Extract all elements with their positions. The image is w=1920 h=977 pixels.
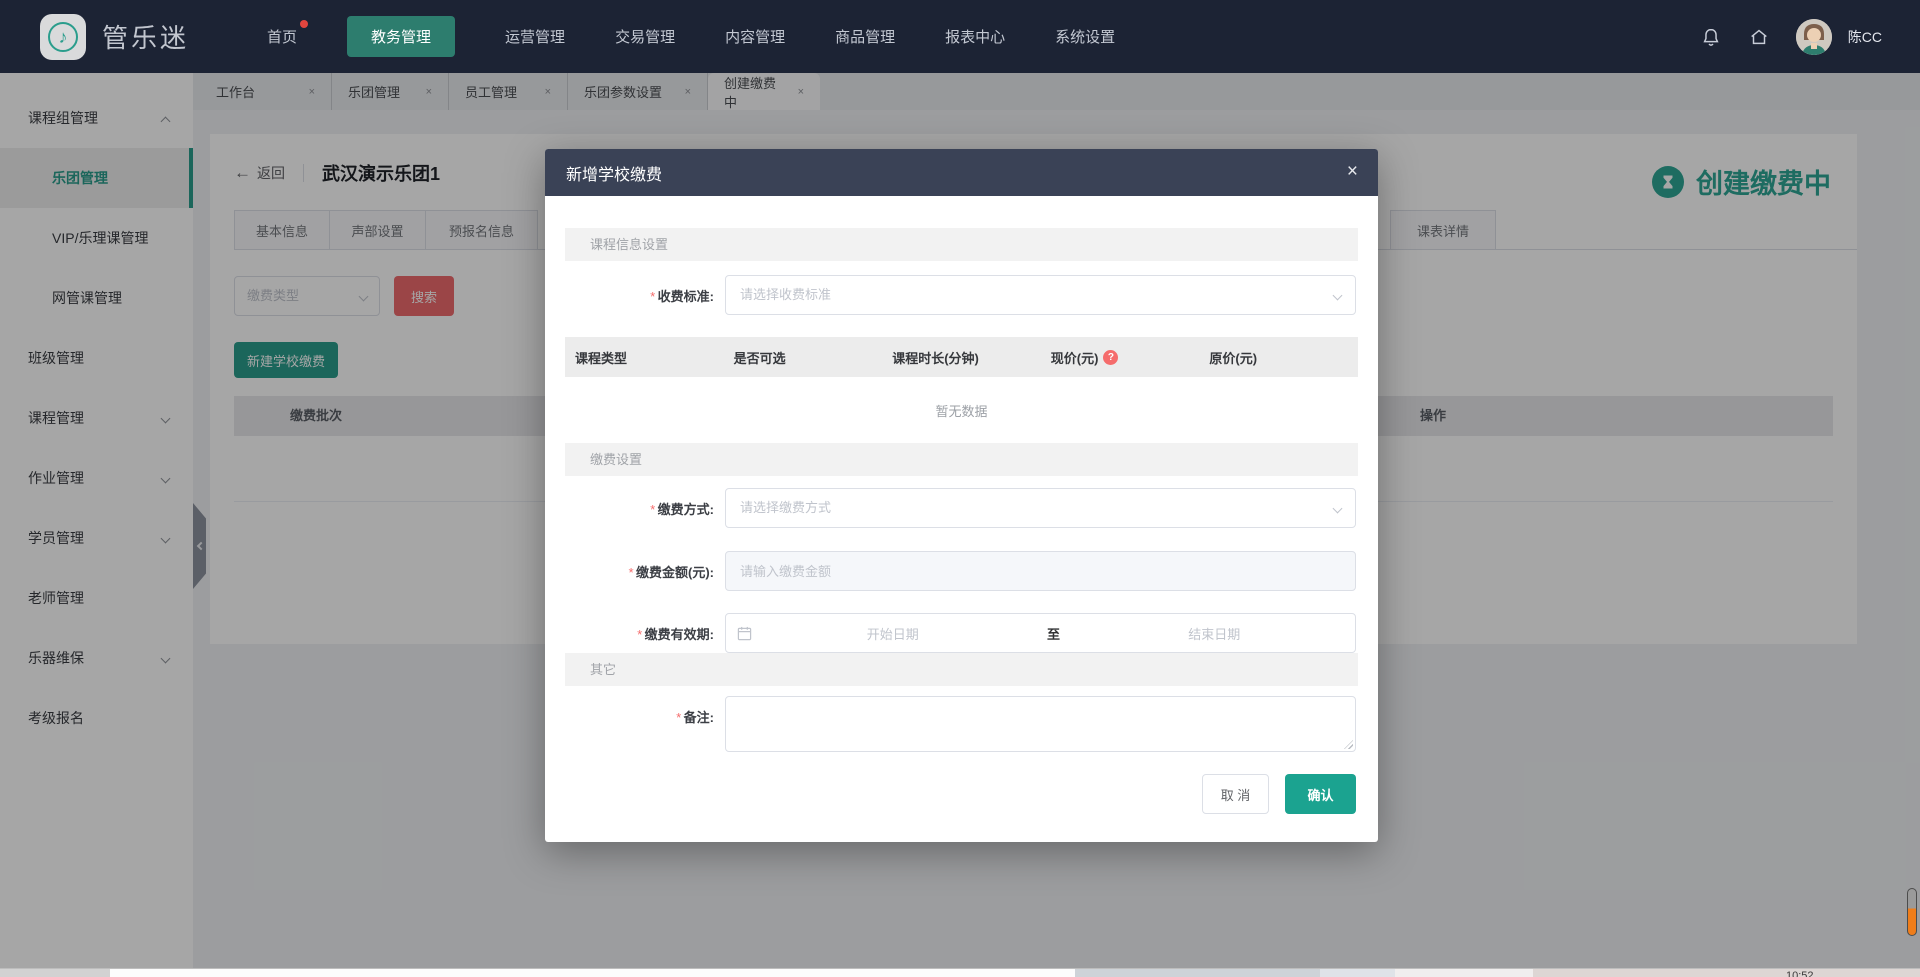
nav-item-settings[interactable]: 系统设置 — [1055, 26, 1115, 47]
field-payment-amount: *缴费金额(元): — [545, 551, 1378, 591]
required-mark: * — [628, 565, 633, 580]
payment-amount-input[interactable] — [725, 551, 1356, 591]
bell-icon[interactable] — [1700, 26, 1722, 48]
column-header-optional: 是否可选 — [724, 348, 883, 367]
confirm-button[interactable]: 确认 — [1285, 774, 1356, 814]
nav-item-trade[interactable]: 交易管理 — [615, 26, 675, 47]
nav-item-operations[interactable]: 运营管理 — [505, 26, 565, 47]
user-name[interactable]: 陈CC — [1848, 27, 1882, 47]
field-remark: *备注: — [545, 696, 1378, 752]
column-header-original-price: 原价(元) — [1199, 348, 1358, 367]
close-icon[interactable]: × — [1347, 161, 1358, 183]
nav-item-goods[interactable]: 商品管理 — [835, 26, 895, 47]
course-table: 课程类型 是否可选 课程时长(分钟) 现价(元) ? 原价(元) 暂无数据 — [565, 337, 1358, 443]
home-icon[interactable] — [1748, 26, 1770, 48]
date-separator: 至 — [1034, 624, 1074, 643]
dialog-header: 新增学校缴费 × — [545, 149, 1378, 196]
nav-item-content[interactable]: 内容管理 — [725, 26, 785, 47]
field-payment-period: *缴费有效期: 开始日期 至 结束日期 — [545, 613, 1378, 653]
navbar-right: 陈CC — [1700, 0, 1882, 73]
column-header-course-type: 课程类型 — [565, 348, 724, 367]
column-header-current-price: 现价(元) ? — [1041, 348, 1200, 367]
section-other: 其它 — [565, 653, 1358, 686]
remark-textarea[interactable] — [725, 696, 1356, 752]
dialog-title: 新增学校缴费 — [566, 161, 662, 185]
start-date-placeholder[interactable]: 开始日期 — [752, 624, 1034, 643]
app-logo-icon: ♪ — [40, 14, 86, 60]
cancel-button[interactable]: 取 消 — [1202, 774, 1269, 814]
section-course-info: 课程信息设置 — [565, 228, 1358, 261]
dialog-footer: 取 消 确认 — [545, 774, 1356, 814]
required-mark: * — [676, 710, 681, 725]
taskbar-sliver: 10:52 — [0, 968, 1920, 977]
scrollbar-thumb[interactable] — [1907, 888, 1917, 936]
app-root: ♪ 管乐迷 首页 教务管理 运营管理 交易管理 内容管理 商品管理 报表中心 系… — [0, 0, 1920, 977]
payment-period-daterange[interactable]: 开始日期 至 结束日期 — [725, 613, 1356, 653]
nav-item-reports[interactable]: 报表中心 — [945, 26, 1005, 47]
chevron-down-icon — [1333, 504, 1343, 514]
nav-item-academic[interactable]: 教务管理 — [347, 16, 455, 57]
required-mark: * — [650, 502, 655, 517]
column-header-duration: 课程时长(分钟) — [882, 348, 1041, 367]
calendar-icon — [737, 626, 752, 641]
taskbar-clock: 10:52 — [1786, 970, 1814, 977]
brand-name: 管乐迷 — [102, 18, 189, 55]
avatar[interactable] — [1796, 19, 1832, 55]
chevron-down-icon — [1333, 291, 1343, 301]
section-payment-settings: 缴费设置 — [565, 443, 1358, 476]
payment-method-select[interactable]: 请选择缴费方式 — [725, 488, 1356, 528]
brand: ♪ 管乐迷 — [40, 14, 189, 60]
field-fee-standard: *收费标准: 请选择收费标准 — [545, 275, 1378, 315]
field-payment-method: *缴费方式: 请选择缴费方式 — [545, 488, 1378, 528]
fee-standard-select[interactable]: 请选择收费标准 — [725, 275, 1356, 315]
required-mark: * — [637, 627, 642, 642]
course-table-header: 课程类型 是否可选 课程时长(分钟) 现价(元) ? 原价(元) — [565, 337, 1358, 377]
notification-dot-icon — [300, 20, 308, 28]
main-nav: 首页 教务管理 运营管理 交易管理 内容管理 商品管理 报表中心 系统设置 — [267, 16, 1115, 57]
add-school-payment-dialog: 新增学校缴费 × 课程信息设置 *收费标准: 请选择收费标准 课程类型 是否可选… — [545, 149, 1378, 842]
empty-data-text: 暂无数据 — [565, 377, 1358, 443]
required-mark: * — [650, 289, 655, 304]
end-date-placeholder[interactable]: 结束日期 — [1074, 624, 1356, 643]
help-icon[interactable]: ? — [1103, 350, 1118, 365]
top-navbar: ♪ 管乐迷 首页 教务管理 运营管理 交易管理 内容管理 商品管理 报表中心 系… — [0, 0, 1920, 73]
nav-item-home[interactable]: 首页 — [267, 26, 297, 47]
